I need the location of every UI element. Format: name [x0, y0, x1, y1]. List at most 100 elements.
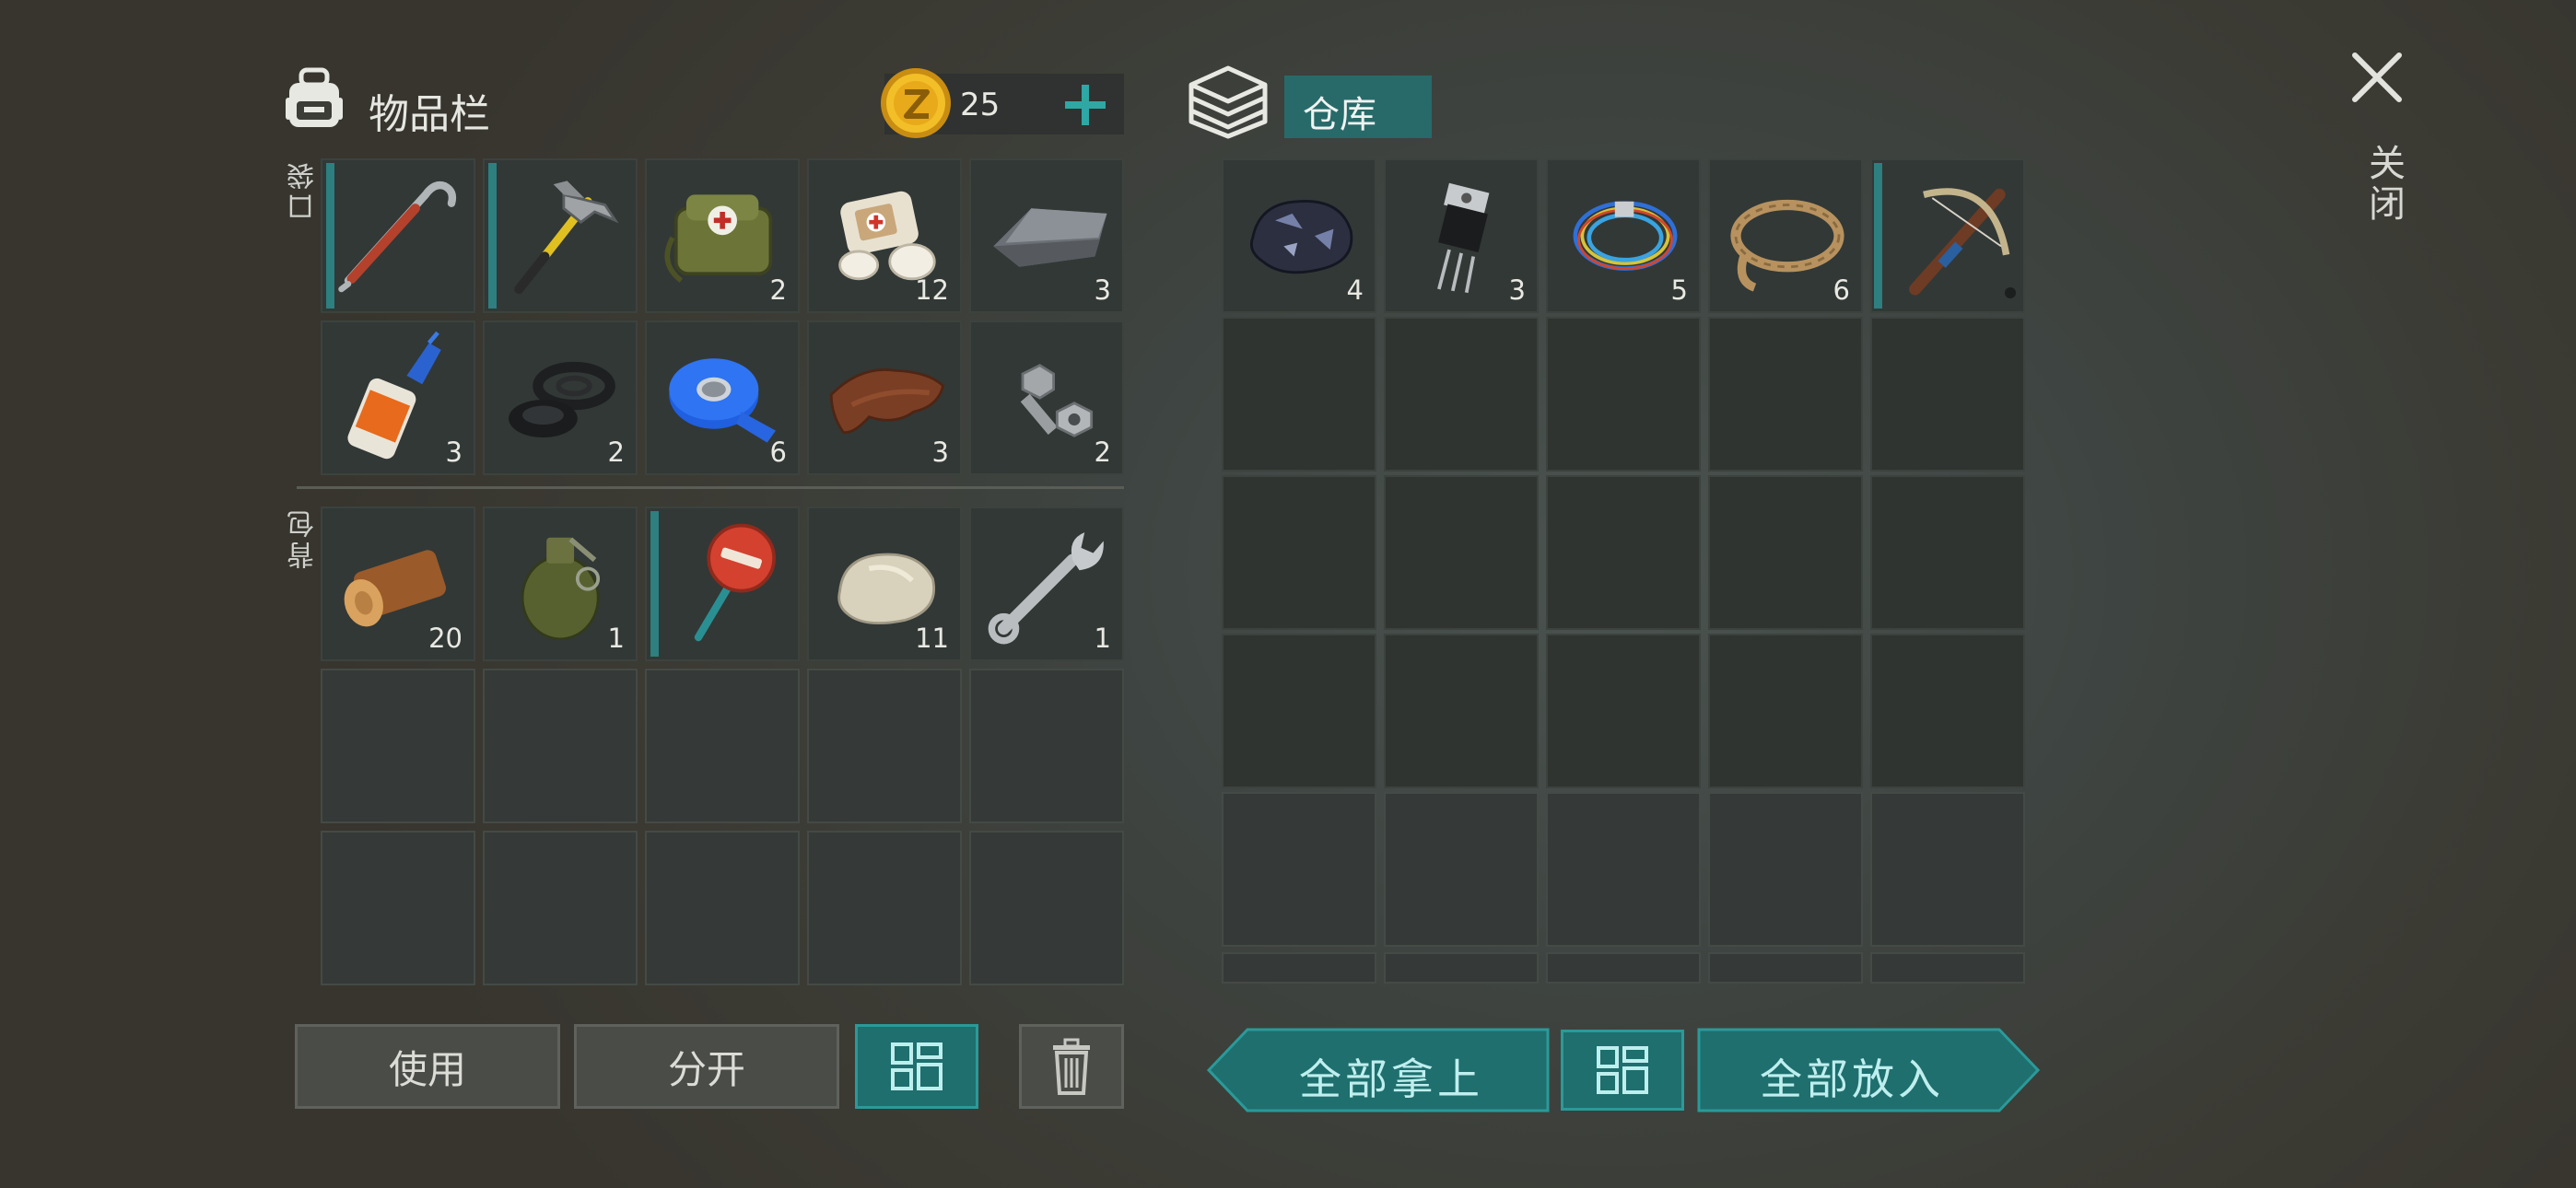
- crossbow-icon: [1909, 188, 2010, 296]
- durability-bar: [1874, 163, 1882, 309]
- take-all-button[interactable]: 全部拿上: [1207, 1028, 1550, 1112]
- empty-slot[interactable]: [1384, 634, 1539, 788]
- item-slot[interactable]: 3: [321, 320, 475, 475]
- empty-slot[interactable]: [1222, 792, 1376, 947]
- item-slot[interactable]: 2: [483, 320, 638, 475]
- empty-slot[interactable]: [1870, 792, 2025, 947]
- storage-title: 仓库: [1303, 94, 1376, 136]
- put-all-label: 全部放入: [1760, 1054, 1944, 1104]
- item-slot[interactable]: 11: [807, 507, 962, 661]
- coin-icon: [877, 64, 954, 142]
- item-slot[interactable]: [645, 507, 800, 661]
- backpack-icon: [284, 66, 345, 131]
- item-count: 1: [1094, 623, 1111, 654]
- empty-slot[interactable]: [807, 669, 962, 823]
- item-slot[interactable]: 2: [969, 320, 1124, 475]
- empty-slot[interactable]: [1546, 475, 1701, 630]
- empty-slot[interactable]: [1870, 317, 2025, 472]
- item-count: 4: [1346, 274, 1364, 306]
- add-coins-button[interactable]: [1058, 81, 1113, 129]
- item-count: 3: [445, 437, 463, 468]
- status-dot: [2005, 287, 2016, 298]
- item-count: 11: [915, 623, 949, 654]
- coin-amount: 25: [960, 87, 1001, 123]
- empty-slot[interactable]: [1384, 317, 1539, 472]
- empty-slot[interactable]: [1384, 952, 1539, 984]
- item-slot[interactable]: 2: [645, 158, 800, 313]
- empty-slot[interactable]: [1546, 952, 1701, 984]
- backpack-label: 背包: [287, 507, 320, 569]
- sort-button[interactable]: [855, 1024, 978, 1109]
- item-count: 3: [931, 437, 949, 468]
- empty-slot[interactable]: [1546, 792, 1701, 947]
- trash-button[interactable]: [1019, 1024, 1124, 1109]
- item-count: 3: [1094, 274, 1111, 306]
- item-count: 6: [769, 437, 787, 468]
- hammer-icon: [514, 181, 619, 295]
- inventory-title: 物品栏: [369, 91, 490, 138]
- item-count: 3: [1508, 274, 1526, 306]
- item-slot[interactable]: 1: [483, 507, 638, 661]
- grid-sort-icon: [891, 1042, 943, 1090]
- empty-slot[interactable]: [321, 669, 475, 823]
- item-slot[interactable]: 6: [1708, 158, 1863, 313]
- empty-slot[interactable]: [1708, 792, 1863, 947]
- empty-slot[interactable]: [483, 831, 638, 985]
- empty-slot[interactable]: [321, 831, 475, 985]
- empty-slot[interactable]: [1546, 317, 1701, 472]
- use-label: 使用: [388, 1046, 466, 1092]
- empty-slot[interactable]: [1222, 952, 1376, 984]
- item-count: 2: [607, 437, 625, 468]
- empty-slot[interactable]: [1870, 475, 2025, 630]
- empty-slot[interactable]: [1870, 634, 2025, 788]
- item-count: 2: [769, 274, 787, 306]
- empty-slot[interactable]: [1222, 317, 1376, 472]
- durability-bar: [326, 163, 334, 309]
- empty-slot[interactable]: [1708, 475, 1863, 630]
- split-button[interactable]: 分开: [574, 1024, 839, 1109]
- empty-slot[interactable]: [1384, 475, 1539, 630]
- empty-slot[interactable]: [969, 669, 1124, 823]
- trash-icon: [1053, 1038, 1090, 1095]
- empty-slot[interactable]: [1708, 634, 1863, 788]
- pockets-label: 口袋: [287, 158, 320, 221]
- item-slot[interactable]: 1: [969, 507, 1124, 661]
- item-count: 12: [915, 274, 949, 306]
- item-slot[interactable]: [483, 158, 638, 313]
- stop-sign-icon: [694, 523, 776, 642]
- durability-bar: [488, 163, 497, 309]
- item-slot[interactable]: 5: [1546, 158, 1701, 313]
- empty-slot[interactable]: [969, 831, 1124, 985]
- item-count: 20: [428, 623, 463, 654]
- section-divider: [297, 486, 1124, 489]
- empty-slot[interactable]: [1222, 475, 1376, 630]
- item-slot[interactable]: [321, 158, 475, 313]
- close-icon: [2352, 52, 2402, 102]
- empty-slot[interactable]: [645, 831, 800, 985]
- split-label: 分开: [667, 1046, 745, 1092]
- empty-slot[interactable]: [1708, 952, 1863, 984]
- item-slot[interactable]: 12: [807, 158, 962, 313]
- put-all-button[interactable]: 全部放入: [1697, 1028, 2040, 1112]
- use-button[interactable]: 使用: [295, 1024, 560, 1109]
- crowbar-icon: [338, 181, 457, 293]
- empty-slot[interactable]: [1546, 634, 1701, 788]
- item-slot[interactable]: 20: [321, 507, 475, 661]
- empty-slot[interactable]: [807, 831, 962, 985]
- storage-tab[interactable]: 仓库: [1284, 76, 1432, 138]
- empty-slot[interactable]: [1384, 792, 1539, 947]
- empty-slot[interactable]: [1870, 952, 2025, 984]
- item-slot[interactable]: 4: [1222, 158, 1376, 313]
- item-slot[interactable]: 3: [807, 320, 962, 475]
- empty-slot[interactable]: [1222, 634, 1376, 788]
- item-slot[interactable]: [1870, 158, 2025, 313]
- item-slot[interactable]: 3: [1384, 158, 1539, 313]
- item-slot[interactable]: 6: [645, 320, 800, 475]
- empty-slot[interactable]: [1708, 317, 1863, 472]
- item-slot[interactable]: 3: [969, 158, 1124, 313]
- storage-sort-button[interactable]: [1561, 1030, 1684, 1111]
- empty-slot[interactable]: [483, 669, 638, 823]
- empty-slot[interactable]: [645, 669, 800, 823]
- close-button[interactable]: 关闭: [2348, 48, 2406, 241]
- item-count: 2: [1094, 437, 1111, 468]
